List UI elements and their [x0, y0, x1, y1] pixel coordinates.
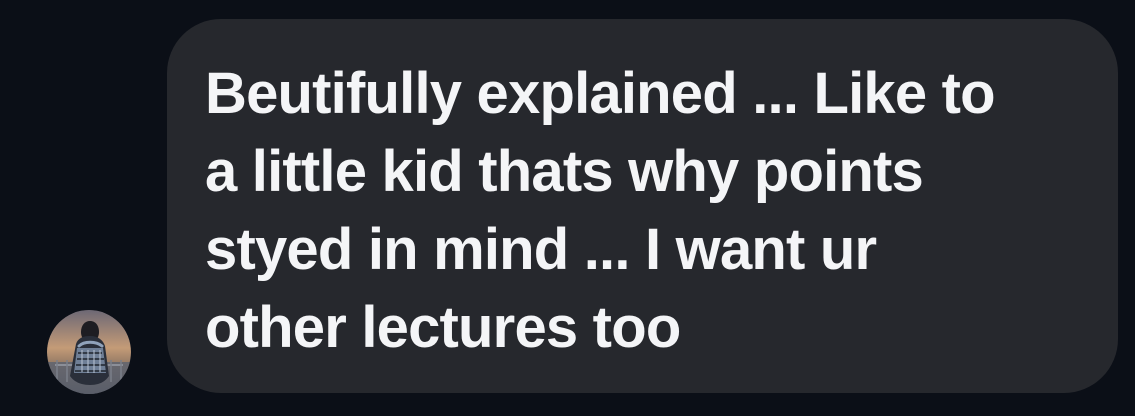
- chat-screen: Beutifully explained ... Like to a littl…: [0, 0, 1135, 416]
- profile-photo-icon: [47, 310, 131, 394]
- message-text: Beutifully explained ... Like to a littl…: [205, 61, 996, 360]
- message-bubble[interactable]: Beutifully explained ... Like to a littl…: [167, 19, 1118, 393]
- sender-avatar[interactable]: [47, 310, 131, 394]
